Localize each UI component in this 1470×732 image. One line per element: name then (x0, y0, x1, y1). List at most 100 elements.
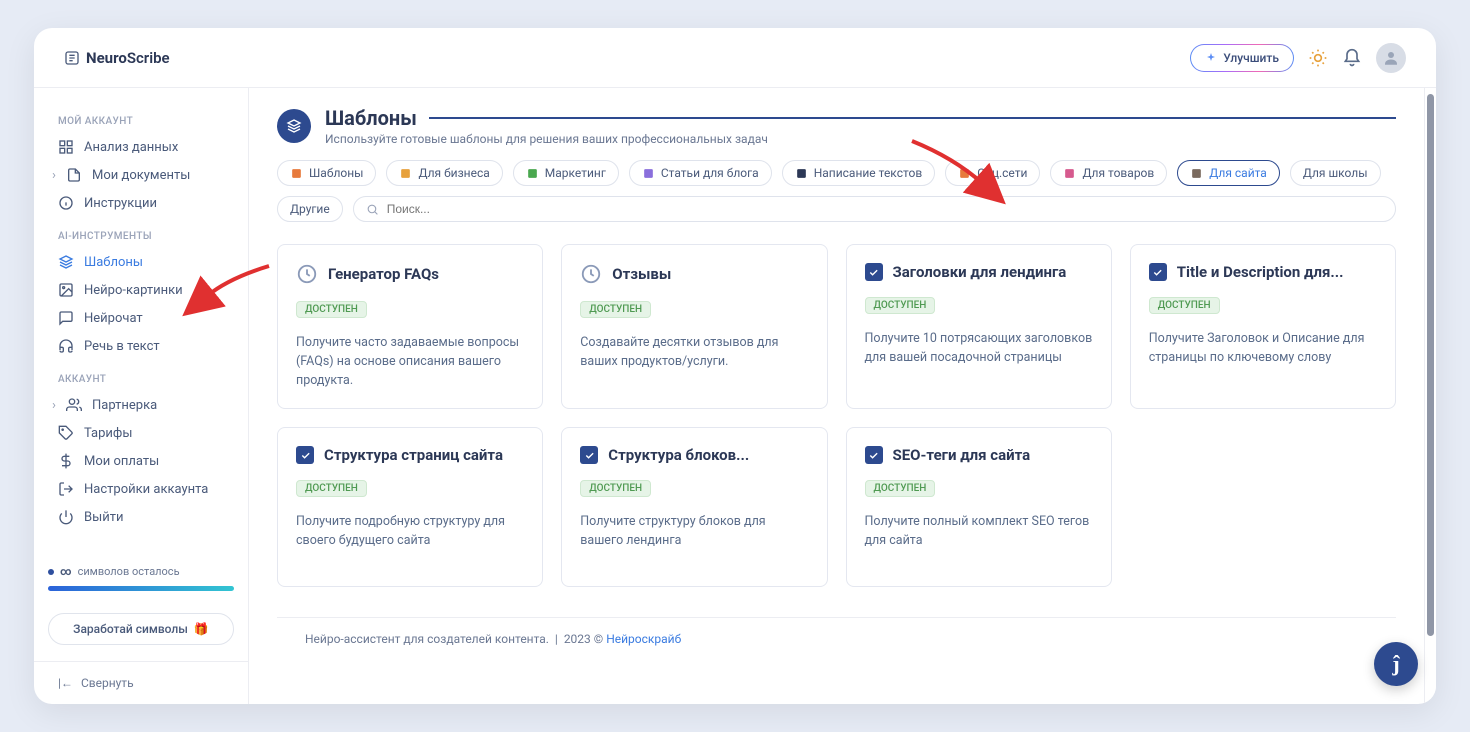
logout-icon (58, 481, 74, 497)
usage-text: символов осталось (78, 565, 180, 578)
sidebar-section-label: AI-ИНСТРУМЕНТЫ (48, 217, 234, 248)
sidebar-footer: |← Свернуть (34, 661, 248, 704)
header-actions: Улучшить (1190, 43, 1406, 73)
filter-chip[interactable]: Для товаров (1050, 160, 1167, 186)
usage-block: ∞ символов осталось (34, 553, 248, 603)
app-window: NeuroScribe Улучшить МОЙ АККАУНТ Анализ д… (34, 28, 1436, 704)
sidebar-item-label: Инструкции (84, 196, 157, 211)
body: МОЙ АККАУНТ Анализ данных ›Мои документы Ин… (34, 88, 1436, 704)
card-description: Получите 10 потрясающих заголовков для в… (865, 330, 1093, 368)
sidebar-scroll: МОЙ АККАУНТ Анализ данных ›Мои документы Ин… (34, 104, 248, 553)
search-box[interactable] (353, 196, 1396, 222)
status-badge: ДОСТУПЕН (865, 297, 936, 314)
template-card[interactable]: Title и Description для...ДОСТУПЕНПолучи… (1130, 244, 1396, 409)
sidebar-item[interactable]: Тарифы (48, 419, 234, 447)
sidebar-section-label: МОЙ АККАУНТ (48, 104, 234, 133)
template-card[interactable]: SEO-теги для сайтаДОСТУПЕНПолучите полны… (846, 427, 1112, 587)
template-card[interactable]: Структура страниц сайтаДОСТУПЕНПолучите … (277, 427, 543, 587)
card-title: Title и Description для... (1177, 263, 1344, 281)
help-fab[interactable]: ĵ (1374, 642, 1418, 686)
avatar[interactable] (1376, 43, 1406, 73)
page-subtitle: Используйте готовые шаблоны для решения … (325, 132, 1396, 146)
usage-bar (48, 586, 234, 591)
filter-chip[interactable]: Для сайта (1177, 160, 1280, 186)
notification-bell-icon[interactable] (1342, 48, 1362, 68)
sidebar-item[interactable]: Инструкции (48, 189, 234, 217)
upgrade-button[interactable]: Улучшить (1190, 44, 1294, 72)
card-title: Структура блоков... (608, 446, 749, 464)
category-icon (1063, 167, 1076, 180)
category-icon (795, 167, 808, 180)
sidebar-item[interactable]: Мои оплаты (48, 447, 234, 475)
filter-chip[interactable]: Соц.сети (945, 160, 1040, 186)
dollar-icon (58, 453, 74, 469)
check-icon (296, 446, 314, 464)
logo-icon (64, 50, 80, 66)
layers-icon (58, 254, 74, 270)
chevron-right-icon: › (52, 168, 60, 183)
title-divider (429, 117, 1396, 119)
sidebar-item-label: Нейро-картинки (84, 283, 183, 298)
sidebar-item-label: Тарифы (84, 426, 132, 441)
card-title: Заголовки для лендинга (893, 263, 1067, 281)
template-card[interactable]: Заголовки для лендинга ДОСТУПЕН Получите 1… (846, 244, 1112, 409)
filter-label: Шаблоны (309, 166, 363, 180)
scrollbar-thumb[interactable] (1427, 94, 1434, 636)
image-icon (58, 282, 74, 298)
earn-symbols-button[interactable]: Заработай символы 🎁 (48, 613, 234, 645)
status-badge: ДОСТУПЕН (296, 301, 367, 318)
sidebar-item[interactable]: Настройки аккаунта (48, 475, 234, 503)
sidebar-item[interactable]: Нейрочат (48, 304, 234, 332)
filter-label: Для школы (1303, 166, 1368, 180)
sidebar-item-label: Анализ данных (84, 140, 178, 155)
sidebar-item[interactable]: ›Мои документы (48, 161, 234, 189)
card-title: Генератор FAQs (328, 265, 439, 283)
search-icon (366, 203, 379, 216)
scrollbar-track[interactable]: ▲ (1424, 88, 1436, 704)
header: NeuroScribe Улучшить (34, 28, 1436, 88)
filter-chip[interactable]: Маркетинг (513, 160, 619, 186)
page-title: Шаблоны (325, 106, 417, 130)
sidebar-item[interactable]: Выйти (48, 503, 234, 531)
sidebar-section-label: АККАУНТ (48, 360, 234, 391)
usage-line: ∞ символов осталось (48, 565, 234, 578)
sidebar-item[interactable]: Анализ данных (48, 133, 234, 161)
collapse-button[interactable]: |← Свернуть (58, 676, 224, 690)
status-badge: ДОСТУПЕН (296, 480, 367, 497)
filter-chip[interactable]: Для бизнеса (386, 160, 502, 186)
filter-chip[interactable]: Статьи для блога (629, 160, 772, 186)
sidebar-item[interactable]: ›Партнерка (48, 391, 234, 419)
template-card[interactable]: ОтзывыДОСТУПЕНСоздавайте десятки отзывов… (561, 244, 827, 409)
sidebar-item-label: Настройки аккаунта (84, 482, 208, 497)
sidebar-item[interactable]: Шаблоны (48, 248, 234, 276)
footer-brand-link[interactable]: Нейроскрайб (606, 632, 681, 646)
card-description: Получите часто задаваемые вопросы (FAQs)… (296, 334, 524, 390)
theme-toggle-icon[interactable] (1308, 48, 1328, 68)
filter-label: Для сайта (1209, 166, 1267, 180)
category-icon (399, 167, 412, 180)
sidebar-item[interactable]: Нейро-картинки (48, 276, 234, 304)
check-icon (1149, 263, 1167, 281)
main-content: Шаблоны Используйте готовые шаблоны для … (249, 88, 1424, 704)
check-icon (865, 263, 883, 281)
filter-label: Написание текстов (814, 166, 923, 180)
info-icon (58, 195, 74, 211)
status-badge: ДОСТУПЕН (580, 301, 651, 318)
clock-icon (580, 263, 602, 285)
filter-chip[interactable]: Написание текстов (782, 160, 936, 186)
logo-text: NeuroScribe (86, 49, 170, 67)
logo[interactable]: NeuroScribe (64, 49, 170, 67)
filter-chip[interactable]: Шаблоны (277, 160, 376, 186)
filter-chip[interactable]: Другие (277, 196, 343, 222)
status-badge: ДОСТУПЕН (580, 480, 651, 497)
sidebar-item-label: Шаблоны (84, 255, 143, 270)
template-card[interactable]: Структура блоков...ДОСТУПЕНПолучите стру… (561, 427, 827, 587)
dashboard-icon (58, 139, 74, 155)
template-card[interactable]: Генератор FAQs ДОСТУПЕН Получите часто зад… (277, 244, 543, 409)
card-description: Создавайте десятки отзывов для ваших про… (580, 334, 808, 372)
sidebar-item[interactable]: Речь в текст (48, 332, 234, 360)
card-description: Получите подробную структуру для своего … (296, 513, 524, 551)
filter-chip[interactable]: Для школы (1290, 160, 1381, 186)
clock-icon (296, 263, 318, 285)
search-input[interactable] (387, 202, 1383, 216)
